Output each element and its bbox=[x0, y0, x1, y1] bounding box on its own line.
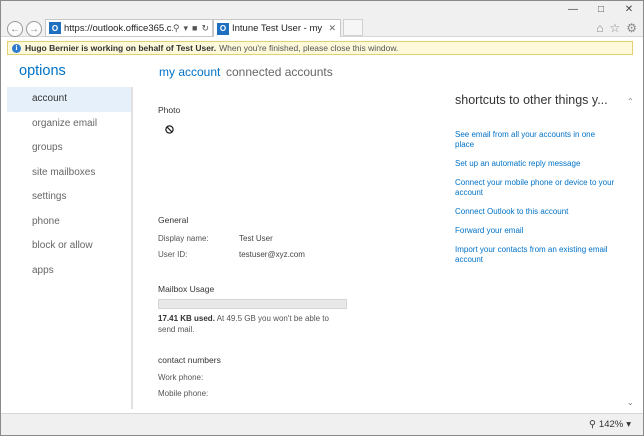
display-name-value: Test User bbox=[239, 234, 273, 243]
zoom-level: 142% bbox=[598, 419, 624, 430]
sidebar-item-block-or-allow[interactable]: block or allow bbox=[7, 234, 131, 259]
forward-button[interactable]: → bbox=[26, 21, 42, 37]
window-controls: — □ ✕ bbox=[567, 5, 635, 15]
user-id-row: User ID: testuser@xyz.com bbox=[158, 250, 305, 259]
infobar-strong-text: Hugo Bernier is working on behalf of Tes… bbox=[25, 43, 217, 53]
new-tab-button[interactable] bbox=[343, 19, 363, 36]
options-page: options account organize email groups si… bbox=[7, 57, 635, 409]
refresh-icon[interactable]: ↻ bbox=[201, 23, 209, 34]
browser-statusbar: ⚲ 142% ▾ bbox=[1, 413, 643, 435]
page-title: options bbox=[19, 63, 66, 79]
shortcut-link[interactable]: Import your contacts from an existing em… bbox=[455, 245, 615, 265]
back-arrow-icon: ← bbox=[10, 23, 20, 35]
no-photo-icon[interactable] bbox=[165, 125, 174, 134]
shortcut-link[interactable]: Connect your mobile phone or device to y… bbox=[455, 178, 615, 198]
sidebar-item-settings[interactable]: settings bbox=[7, 185, 131, 210]
contact-numbers-heading: contact numbers bbox=[158, 355, 221, 365]
mailbox-usage-text: 17.41 KB used. At 49.5 GB you won't be a… bbox=[158, 313, 348, 335]
close-window-icon[interactable]: ✕ bbox=[623, 5, 635, 15]
shortcut-link[interactable]: Connect Outlook to this account bbox=[455, 207, 615, 217]
tab-title: Intune Test User - my accoun... bbox=[232, 23, 324, 34]
sidebar-item-phone[interactable]: phone bbox=[7, 210, 131, 235]
shortcuts-heading: shortcuts to other things y... bbox=[455, 93, 608, 107]
work-phone-label: Work phone: bbox=[158, 373, 204, 382]
infobar-text: When you're finished, please close this … bbox=[219, 43, 399, 53]
scroll-down-chevron-icon[interactable]: ⌄ bbox=[627, 398, 634, 407]
back-button[interactable]: ← bbox=[7, 21, 23, 37]
minimize-icon[interactable]: — bbox=[567, 5, 579, 15]
browser-window: — □ ✕ ← → O https://outlook.office365.c.… bbox=[0, 0, 644, 436]
outlook-favicon-icon: O bbox=[49, 22, 61, 34]
zoom-dropdown-icon: ▾ bbox=[626, 419, 631, 430]
shortcut-link[interactable]: Forward your email bbox=[455, 226, 615, 236]
dropdown-icon[interactable]: ▾ bbox=[183, 23, 188, 34]
mobile-phone-row: Mobile phone: bbox=[158, 389, 239, 398]
mobile-phone-label: Mobile phone: bbox=[158, 389, 209, 398]
scroll-up-chevron-icon[interactable]: ⌃ bbox=[627, 97, 634, 106]
favorites-star-icon[interactable]: ☆ bbox=[609, 21, 620, 35]
user-id-value: testuser@xyz.com bbox=[239, 250, 305, 259]
general-heading: General bbox=[158, 215, 189, 225]
zoom-control[interactable]: ⚲ 142% ▾ bbox=[589, 419, 631, 430]
browser-tab-active[interactable]: O Intune Test User - my accoun... ✕ bbox=[213, 19, 341, 37]
address-url: https://outlook.office365.c... bbox=[64, 22, 173, 34]
forward-arrow-icon: → bbox=[29, 23, 39, 35]
work-phone-row: Work phone: bbox=[158, 373, 239, 382]
info-icon: i bbox=[12, 43, 21, 53]
shortcut-link[interactable]: See email from all your accounts in one … bbox=[455, 130, 615, 150]
tab-outlook-icon: O bbox=[217, 22, 229, 35]
sidebar-item-account[interactable]: account bbox=[7, 87, 131, 112]
sidebar-item-site-mailboxes[interactable]: site mailboxes bbox=[7, 161, 131, 186]
shortcuts-list: See email from all your accounts in one … bbox=[455, 130, 615, 274]
display-name-row: Display name: Test User bbox=[158, 234, 273, 243]
options-sidebar: account organize email groups site mailb… bbox=[7, 87, 133, 409]
maximize-icon[interactable]: □ bbox=[595, 5, 607, 15]
sidebar-item-organize-email[interactable]: organize email bbox=[7, 112, 131, 137]
browser-titlebar: — □ ✕ ← → O https://outlook.office365.c.… bbox=[1, 1, 643, 37]
mailbox-usage-heading: Mailbox Usage bbox=[158, 284, 215, 294]
shortcut-link[interactable]: Set up an automatic reply message bbox=[455, 159, 615, 169]
gear-icon[interactable]: ⚙ bbox=[626, 21, 637, 35]
lock-icon: ■ bbox=[192, 22, 198, 33]
tab-close-icon[interactable]: ✕ bbox=[324, 23, 340, 34]
display-name-label: Display name: bbox=[158, 234, 209, 243]
search-icon[interactable]: ⚲ bbox=[173, 23, 180, 34]
page-scrollbar[interactable]: ⌃ ⌄ bbox=[627, 97, 635, 407]
account-details: Photo General Display name: Test User Use… bbox=[158, 57, 438, 409]
address-bar[interactable]: O https://outlook.office365.c... ⚲ ▾ ■ ↻ bbox=[45, 19, 213, 37]
mailbox-usage-bar bbox=[158, 299, 347, 309]
browser-tools: ⌂ ☆ ⚙ bbox=[596, 21, 637, 35]
usage-amount: 17.41 KB used. bbox=[158, 314, 215, 323]
zoom-magnifier-icon: ⚲ bbox=[588, 419, 596, 430]
user-id-label: User ID: bbox=[158, 250, 188, 259]
delegation-infobar: i Hugo Bernier is working on behalf of T… bbox=[7, 41, 633, 55]
home-icon[interactable]: ⌂ bbox=[596, 21, 603, 35]
sidebar-item-groups[interactable]: groups bbox=[7, 136, 131, 161]
sidebar-item-apps[interactable]: apps bbox=[7, 259, 131, 284]
photo-heading: Photo bbox=[158, 105, 181, 115]
